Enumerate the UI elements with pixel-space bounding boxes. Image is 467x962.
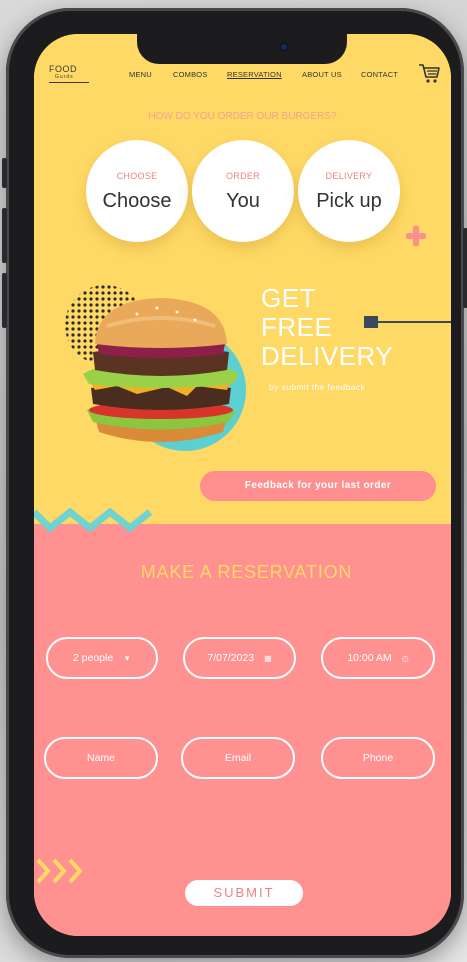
submit-button[interactable]: SUBMIT [185,880,303,906]
plus-icon [406,226,426,246]
nav-item-contact[interactable]: CONTACT [361,70,398,79]
step-value: Pick up [316,190,382,212]
callout-line [378,321,451,323]
nav-item-menu[interactable]: MENU [129,70,152,79]
brand-logo[interactable]: FOOD Gurds [49,64,89,83]
burger-image [83,298,239,442]
promo-subtitle: by submit the feedback [269,382,366,392]
order-step-choose[interactable]: CHOOSE Choose [86,140,188,242]
order-step-order[interactable]: ORDER You [192,140,294,242]
brand-tagline: Gurds [55,74,74,80]
step-label: CHOOSE [116,171,158,181]
nav-item-about-us[interactable]: ABOUT US [302,70,342,79]
logo-underline [49,82,89,83]
date-value: 7/07/2023 [207,652,255,664]
callout-marker [364,316,378,328]
phone-screen: FOOD Gurds MENU COMBOS RESERVATION ABOUT… [34,34,451,936]
step-label: ORDER [225,171,260,181]
hero-section [34,34,451,524]
email-field[interactable]: Email [181,737,295,779]
caret-down-icon: ▼ [123,653,132,663]
promo-line-3: DELIVERY [261,341,394,371]
party-size-select[interactable]: 2 people ▼ [46,637,158,679]
party-size-value: 2 people [72,652,114,664]
chevrons-decoration [36,858,83,884]
step-value: You [226,190,260,212]
reservation-section [34,524,451,936]
feedback-button[interactable]: Feedback for your last order [200,471,436,501]
phone-placeholder: Phone [362,752,394,764]
promo-line-1: GET [261,283,316,313]
clock-icon: ◴ [401,653,409,663]
phone-notch [137,34,347,64]
brand-name: FOOD [49,64,77,74]
volume-up-button [2,208,7,263]
order-question: HOW DO YOU ORDER OUR BURGERS? [148,111,337,122]
time-value: 10:00 AM [347,652,392,664]
nav-item-reservation[interactable]: RESERVATION [227,70,282,79]
step-value: Choose [102,190,172,212]
phone-field[interactable]: Phone [321,737,435,779]
date-field[interactable]: 7/07/2023 ▦ [183,637,296,679]
email-placeholder: Email [224,752,252,764]
name-field[interactable]: Name [44,737,158,779]
cart-icon[interactable] [417,61,441,85]
volume-down-button [2,273,7,328]
zigzag-decoration [34,508,153,533]
nav-item-combos[interactable]: COMBOS [173,70,208,79]
mute-switch [2,158,7,188]
step-label: DELIVERY [325,171,373,181]
time-field[interactable]: 10:00 AM ◴ [321,637,435,679]
side-button [463,228,467,308]
calendar-icon: ▦ [264,653,272,663]
order-step-delivery[interactable]: DELIVERY Pick up [298,140,400,242]
reservation-title: MAKE A RESERVATION [140,562,353,582]
front-camera [279,42,289,52]
name-placeholder: Name [86,752,115,764]
